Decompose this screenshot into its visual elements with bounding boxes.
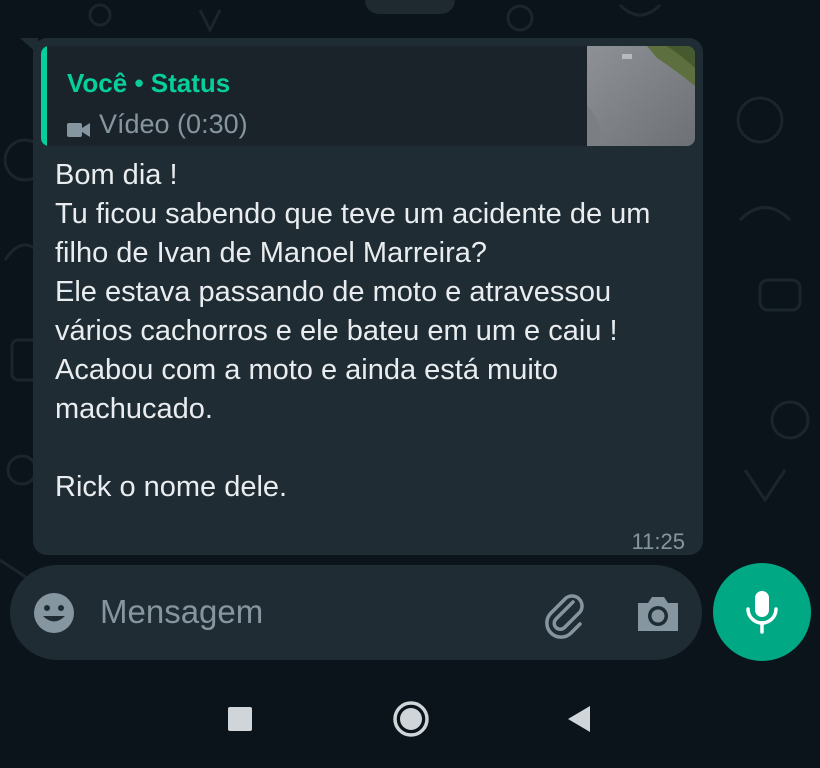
status-reply-quote[interactable]: Você • Status Vídeo (0:30) [41, 46, 695, 146]
status-video-thumbnail[interactable] [587, 46, 695, 146]
circle-icon[interactable] [391, 699, 431, 739]
camera-icon[interactable] [634, 589, 682, 637]
message-text: Bom dia ! Tu ficou sabendo que teve um a… [55, 159, 651, 503]
paperclip-icon[interactable] [540, 589, 590, 639]
message-bubble[interactable]: Você • Status Vídeo (0:30) Bom dia ! Tu … [33, 38, 703, 555]
triangle-back-icon[interactable] [566, 704, 592, 734]
system-navigation-bar [0, 670, 820, 768]
quote-media-info: Vídeo (0:30) [67, 108, 248, 140]
square-icon[interactable] [228, 707, 252, 731]
emoji-icon[interactable] [32, 591, 76, 635]
date-pill [365, 0, 455, 14]
video-camera-icon [67, 115, 91, 137]
message-composer[interactable]: Mensagem [10, 565, 702, 660]
message-time: 11:25 [631, 529, 685, 554]
microphone-icon [746, 591, 778, 634]
quote-author: Você • Status [67, 68, 231, 98]
quote-accent-bar [41, 46, 47, 146]
message-input[interactable]: Mensagem [100, 593, 263, 631]
microphone-button[interactable] [713, 563, 811, 661]
quote-media-label: Vídeo (0:30) [99, 108, 248, 139]
